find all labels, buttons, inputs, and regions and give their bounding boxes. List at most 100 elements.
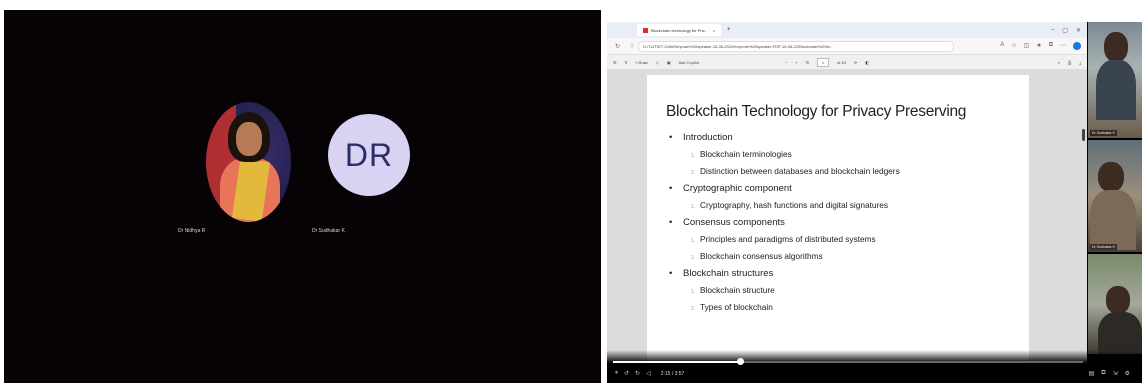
search-icon[interactable]: ⌕ [1058,60,1060,65]
maximize-icon[interactable]: ▢ [1062,27,1068,34]
window-controls: – ▢ ✕ [1051,27,1081,34]
section-label: Consensus components [683,217,785,228]
contents-icon[interactable]: ☰ [613,60,617,65]
save-icon[interactable]: ⤓ [1079,60,1081,65]
refresh-icon[interactable]: ↻ [615,43,620,50]
item-label: Principles and paradigms of distributed … [700,234,876,244]
pdf-scrollbar[interactable] [1082,129,1085,141]
progress-handle[interactable] [736,358,744,365]
settings-icon[interactable]: ⚙ [1125,370,1130,377]
close-icon[interactable]: ✕ [1076,27,1081,34]
outline-item: 1. Principles and paradigms of distribute… [669,231,1029,248]
new-tab-icon[interactable]: + [727,27,731,33]
read-aloud-icon[interactable]: A [1000,42,1004,50]
person-body [1098,312,1142,354]
person-body [1090,190,1136,250]
person-head [1106,286,1130,314]
participant-video[interactable]: Dr Sudhakar K [1088,22,1142,138]
play-pause-icon[interactable]: ⏸ [615,370,618,377]
outline-section: • Consensus components [669,214,1029,231]
bullet-icon: • [669,268,673,279]
outline-section: • Cryptographic component [669,180,1029,197]
split-screen-icon[interactable]: ◫ [1024,42,1030,50]
section-label: Blockchain structures [683,268,774,279]
player-right-controls: ▤ ⧉ ⇲ ⚙ [1089,370,1130,377]
bullet-icon: • [669,132,673,143]
more-icon[interactable]: ⋯ [1060,42,1066,50]
draw-button[interactable]: ▿ Draw [635,60,647,65]
tab-title: Blockchain technology for Priv... [651,27,708,33]
favorites-icon[interactable]: ★ [1036,42,1041,50]
speed-icon[interactable]: ⇲ [1113,370,1118,377]
zoom-out-icon[interactable]: − [785,60,787,65]
url-field[interactable]: D:/TU/TIET-Chitti/Keynote%20speaker-15-0… [638,40,955,52]
pdf-right-tools: ⌕ ⎙ ⤓ [1058,60,1081,65]
outline-item: 2. Types of blockchain [669,299,1029,316]
pdf-icon [643,27,648,33]
picture-in-picture-icon[interactable]: ⧉ [1101,370,1105,377]
item-label: Types of blockchain [700,302,773,312]
rotate-icon[interactable]: ⟳ [854,60,857,65]
page-number-input[interactable]: 1 [816,57,829,67]
file-info-icon[interactable]: ⓘ [630,43,634,49]
pdf-toolbar: ☰ ∀ ▿ Draw ◇ ▣ Ask Copilot − + ⊡ 1 of 40… [607,55,1087,70]
time-display: 2:15 / 3:57 [660,370,685,377]
address-bar: ↻ ⓘ D:/TU/TIET-Chitti/Keynote%20speaker-… [607,38,1087,55]
item-label: Distinction between databases and blockc… [700,166,900,176]
forward-icon[interactable]: ↻ [635,370,640,377]
draw-label: Draw [638,59,648,65]
outline-item: 2. Blockchain consensus algorithms [669,248,1029,265]
section-label: Introduction [683,132,733,143]
outline-item: 1. Blockchain terminologies [669,146,1029,163]
browser-tab[interactable]: Blockchain technology for Priv... × [637,24,721,36]
extensions-icon[interactable]: ⧉ [1049,42,1053,50]
person-head [1104,32,1128,62]
profile-icon[interactable] [1073,42,1081,50]
rewind-icon[interactable]: ↺ [624,370,629,377]
pdf-viewer[interactable]: Blockchain Technology for Privacy Preser… [607,69,1087,370]
person-head [1098,162,1124,192]
participant-avatar-initials[interactable]: DR [328,114,410,196]
favorite-icon[interactable]: ☆ [1011,42,1016,50]
shared-screen: Blockchain technology for Priv... × + – … [607,22,1142,383]
pdf-left-tools: ☰ ∀ ▿ Draw ◇ ▣ Ask Copilot [613,60,699,65]
outline-item: 1. Cryptography, hash functions and digit… [669,197,1029,214]
fit-page-icon[interactable]: ⊡ [806,60,809,65]
progress-bar[interactable] [613,358,1083,365]
zoom-in-icon[interactable]: + [795,60,797,65]
browser-actions: A ☆ ◫ ★ ⧉ ⋯ [1000,42,1081,50]
participant-video[interactable]: Dr Sudhakar K [1088,140,1142,252]
section-label: Cryptographic component [683,183,792,194]
outline-item: 1. Blockchain structure [669,282,1029,299]
page-total: of 40 [836,59,846,65]
text-icon[interactable]: ▣ [667,60,671,65]
person-body [1096,60,1136,120]
participant-avatar-photo[interactable] [206,102,291,222]
participant-name: Dr Sudhakar K [312,228,345,234]
participant-video[interactable] [1088,254,1142,354]
player-left-controls: ⏸ ↺ ↻ ◁ 2:15 / 3:57 [615,370,684,377]
slide-title: Blockchain Technology for Privacy Preser… [666,103,967,120]
page-view-icon[interactable]: ◧ [865,60,869,65]
item-number: 2. [691,306,696,312]
erase-icon[interactable]: ◇ [656,60,659,65]
outline-item: 2. Distinction between databases and bloc… [669,163,1029,180]
outline-section: • Blockchain structures [669,265,1029,282]
participant-name: Dr Nidhya R [178,228,206,234]
item-label: Cryptography, hash functions and digital… [700,200,889,210]
minimize-icon[interactable]: – [1051,27,1054,34]
volume-icon[interactable]: ◁ [646,370,651,377]
bullet-icon: • [669,183,673,194]
item-label: Blockchain consensus algorithms [700,251,823,261]
captions-icon[interactable]: ▤ [1089,370,1095,377]
bullet-icon: • [669,217,673,228]
avatar-face [236,122,262,156]
video-name-label: Dr Sudhakar K [1090,244,1117,250]
print-icon[interactable]: ⎙ [1068,60,1071,65]
item-label: Blockchain terminologies [700,149,792,159]
tab-close-icon[interactable]: × [713,28,715,33]
meeting-gallery: DR Dr Nidhya R Dr Sudhakar K [4,10,601,383]
pdf-page: Blockchain Technology for Privacy Preser… [647,75,1029,370]
ask-copilot-button[interactable]: Ask Copilot [679,60,699,65]
highlight-icon[interactable]: ∀ [625,60,628,65]
